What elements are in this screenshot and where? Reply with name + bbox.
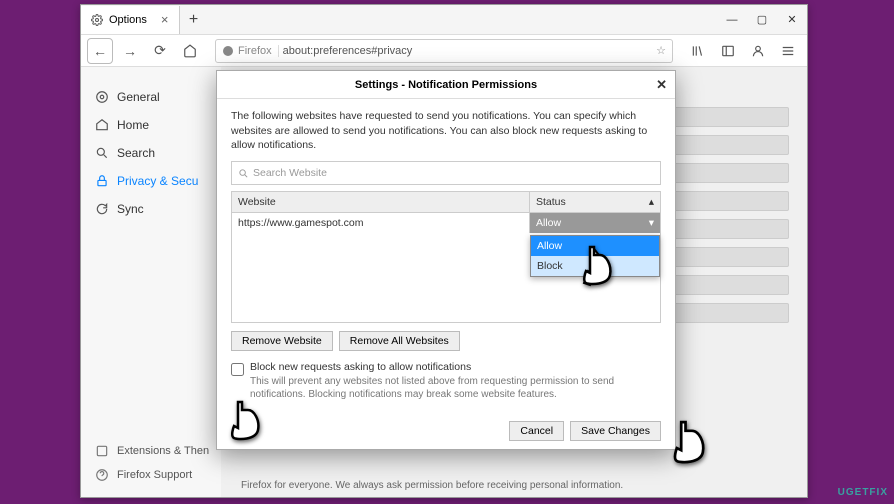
menu-icon[interactable] (775, 38, 801, 64)
sidebar-extensions-link[interactable]: Extensions & Then (81, 439, 223, 463)
sidebar-item-home[interactable]: Home (81, 111, 221, 139)
sidebar-item-general[interactable]: General (81, 83, 221, 111)
firefox-icon (222, 45, 234, 57)
search-icon (95, 146, 109, 160)
sort-icon: ▴ (649, 196, 654, 208)
close-window-button[interactable]: ✕ (777, 5, 807, 35)
table-row[interactable]: https://www.gamespot.com Allow ▾ (232, 213, 660, 233)
dialog-close-icon[interactable]: ✕ (656, 77, 667, 93)
dropdown-option-allow[interactable]: Allow (531, 236, 659, 256)
notification-permissions-dialog: Settings - Notification Permissions ✕ Th… (216, 70, 676, 450)
permissions-table-body: https://www.gamespot.com Allow ▾ Allow B… (231, 213, 661, 323)
tab-title: Options (109, 14, 147, 26)
address-bar[interactable]: Firefox about:preferences#privacy ☆ (215, 39, 673, 63)
sidebar-support-link[interactable]: Firefox Support (81, 463, 223, 487)
help-icon (95, 468, 109, 482)
sidebar-icon[interactable] (715, 38, 741, 64)
sidebar-item-sync[interactable]: Sync (81, 195, 221, 223)
maximize-button[interactable]: ▢ (747, 5, 777, 35)
remove-all-websites-button[interactable]: Remove All Websites (339, 331, 460, 351)
cancel-button[interactable]: Cancel (509, 421, 564, 441)
window-controls: — ▢ ✕ (717, 5, 807, 35)
search-icon (238, 168, 249, 179)
new-tab-button[interactable]: + (180, 11, 208, 29)
dialog-header: Settings - Notification Permissions ✕ (217, 71, 675, 99)
url-text: about:preferences#privacy (283, 45, 413, 57)
permissions-table-header: Website Status ▴ (231, 191, 661, 213)
back-button[interactable]: ← (87, 38, 113, 64)
remove-website-button[interactable]: Remove Website (231, 331, 333, 351)
account-icon[interactable] (745, 38, 771, 64)
preferences-sidebar: General Home Search Privacy & Secu Sync (81, 67, 221, 497)
gear-icon (91, 14, 103, 26)
row-website: https://www.gamespot.com (232, 213, 530, 233)
reload-button[interactable]: ⟳ (147, 38, 173, 64)
status-dropdown-menu: Allow Block (530, 235, 660, 277)
watermark: UGETFIX (838, 487, 888, 498)
library-icon[interactable] (685, 38, 711, 64)
search-website-input[interactable]: Search Website (231, 161, 661, 185)
block-new-label: Block new requests asking to allow notif… (250, 361, 661, 373)
lock-icon (95, 174, 109, 188)
row-status-dropdown[interactable]: Allow ▾ (530, 213, 660, 233)
dialog-description: The following websites have requested to… (231, 109, 661, 153)
browser-tab[interactable]: Options × (81, 6, 180, 34)
forward-button[interactable]: → (117, 38, 143, 64)
tab-close-icon[interactable]: × (161, 12, 169, 27)
site-identity[interactable]: Firefox (222, 45, 279, 57)
sync-icon (95, 202, 109, 216)
dropdown-option-block[interactable]: Block (531, 256, 659, 276)
column-website[interactable]: Website (232, 192, 530, 212)
dialog-title: Settings - Notification Permissions (355, 79, 537, 91)
minimize-button[interactable]: — (717, 5, 747, 35)
home-button[interactable] (177, 38, 203, 64)
chevron-down-icon: ▾ (649, 217, 654, 229)
puzzle-icon (95, 444, 109, 458)
bookmark-star-icon[interactable]: ☆ (656, 44, 666, 57)
gear-icon (95, 90, 109, 104)
block-new-requests-checkbox[interactable] (231, 363, 244, 376)
column-status[interactable]: Status ▴ (530, 192, 660, 212)
nav-toolbar: ← → ⟳ Firefox about:preferences#privacy … (81, 35, 807, 67)
titlebar: Options × + — ▢ ✕ (81, 5, 807, 35)
block-new-description: This will prevent any websites not liste… (250, 375, 661, 401)
save-changes-button[interactable]: Save Changes (570, 421, 661, 441)
page-footer-text: Firefox for everyone. We always ask perm… (241, 480, 623, 491)
sidebar-item-search[interactable]: Search (81, 139, 221, 167)
home-icon (95, 118, 109, 132)
sidebar-item-privacy[interactable]: Privacy & Secu (81, 167, 221, 195)
